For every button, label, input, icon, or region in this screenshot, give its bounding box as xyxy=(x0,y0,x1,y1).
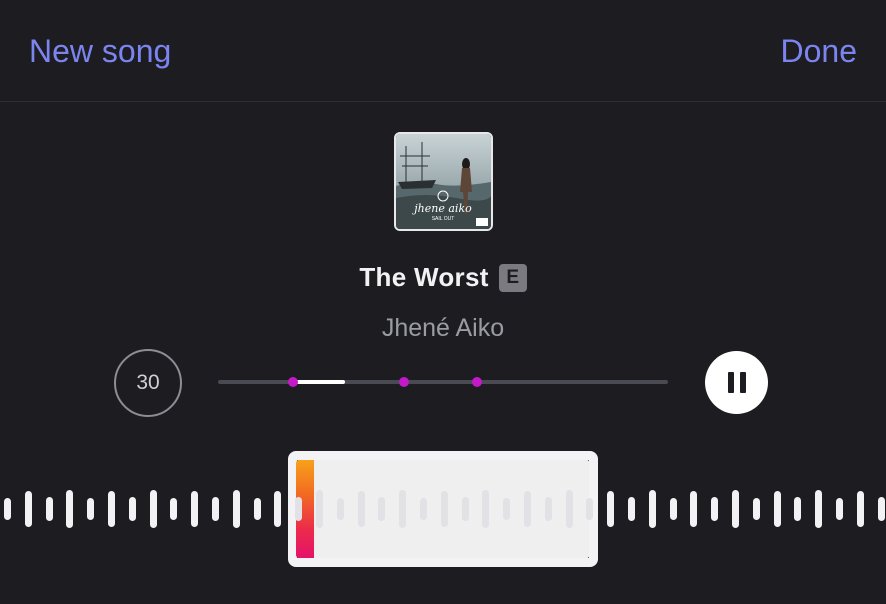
clip-duration-button[interactable]: 30 xyxy=(114,349,182,417)
waveform-bar xyxy=(295,497,303,521)
waveform-bar xyxy=(316,490,323,528)
album-cover-image: jhene aiko SAIL OUT xyxy=(396,134,491,229)
album-cover-subtext: SAIL OUT xyxy=(432,216,455,222)
pause-icon xyxy=(728,372,734,393)
progress-fill xyxy=(292,380,345,384)
waveform-bar xyxy=(66,490,74,528)
done-button[interactable]: Done xyxy=(781,31,858,71)
waveform-bar xyxy=(357,491,365,527)
waveform-bar xyxy=(586,498,594,520)
waveform-bar xyxy=(628,497,635,521)
waveform-bar xyxy=(170,498,178,520)
waveform-bar xyxy=(128,497,136,521)
waveform-bar xyxy=(336,498,344,520)
waveform-bar xyxy=(253,498,261,520)
pause-icon-bar xyxy=(740,372,746,393)
waveform-bar xyxy=(773,491,781,527)
waveform-bar xyxy=(856,491,864,527)
waveform-bar xyxy=(877,497,885,521)
waveform-bar xyxy=(503,498,511,520)
waveform-bar xyxy=(524,491,531,527)
waveform-bar xyxy=(607,491,615,527)
waveform-bar xyxy=(482,490,490,528)
waveform-bar xyxy=(836,498,843,520)
waveform-bar xyxy=(212,497,219,521)
waveform-bar xyxy=(690,491,698,527)
pause-button[interactable] xyxy=(705,351,768,414)
waveform-bar xyxy=(378,497,386,521)
artist-name: Jhené Aiko xyxy=(381,314,505,342)
waveform-bar xyxy=(24,491,32,527)
waveform-bar xyxy=(191,491,199,527)
waveform-bar xyxy=(108,491,115,527)
song-title-row: The Worst E xyxy=(0,262,886,293)
waveform-bar xyxy=(461,497,469,521)
waveform-bar xyxy=(274,491,282,527)
waveform-bar xyxy=(711,497,719,521)
album-cover-text: jhene aiko xyxy=(411,202,472,215)
top-bar: New song Done xyxy=(0,0,886,102)
waveform-bar xyxy=(752,498,760,520)
waveform-bar xyxy=(4,498,11,520)
waveform-bar xyxy=(815,490,823,528)
explicit-badge: E xyxy=(498,263,527,292)
song-title: The Worst xyxy=(359,262,489,292)
waveform-bar xyxy=(149,490,157,528)
marker-dot[interactable] xyxy=(399,377,409,387)
waveform-bar xyxy=(232,490,240,528)
waveform-bar xyxy=(45,497,53,521)
waveform-bar xyxy=(669,498,677,520)
waveform-bar xyxy=(87,498,95,520)
waveform-bar xyxy=(440,491,448,527)
marker-dot[interactable] xyxy=(472,377,482,387)
marker-dot[interactable] xyxy=(288,377,298,387)
waveform-bar xyxy=(794,497,802,521)
waveform-bar xyxy=(399,490,407,528)
waveform-bar xyxy=(732,490,739,528)
waveform-bar xyxy=(648,490,656,528)
waveform-bar xyxy=(544,497,552,521)
progress-track[interactable] xyxy=(218,377,668,387)
waveform-bar xyxy=(565,490,573,528)
waveform-bar xyxy=(420,498,427,520)
new-song-button[interactable]: New song xyxy=(29,31,171,71)
album-artwork: jhene aiko SAIL OUT xyxy=(394,132,493,231)
